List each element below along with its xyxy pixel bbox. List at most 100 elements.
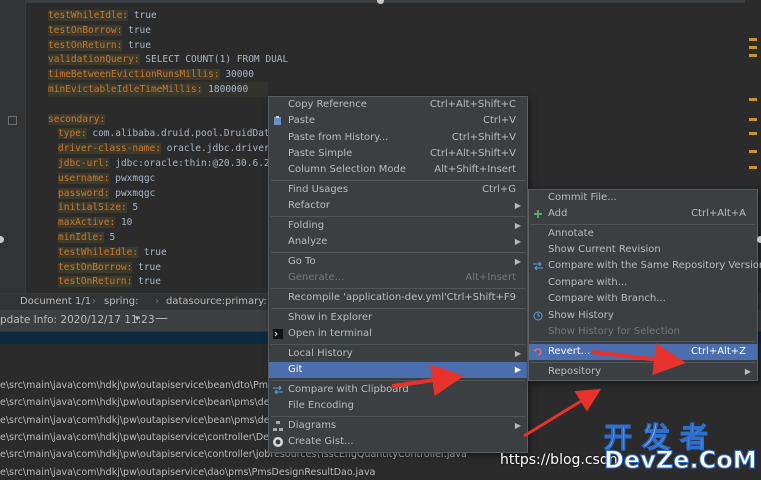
menu-item-label: Revert... — [548, 346, 591, 357]
breadcrumb-item[interactable]: spring: — [104, 296, 139, 307]
menu-item-show-history-for-selection[interactable]: Show History for Selection — [529, 324, 757, 340]
yaml-key: testOnReturn: — [48, 39, 123, 51]
yaml-value: true — [138, 276, 161, 288]
menu-item-compare-with-clipboard[interactable]: Compare with Clipboard — [269, 382, 527, 398]
stripe-mark[interactable] — [749, 38, 757, 41]
yaml-key: testOnBorrow: — [48, 24, 123, 36]
menu-separator — [271, 380, 525, 381]
yaml-key: validationQuery: — [48, 54, 140, 66]
resize-handle[interactable] — [757, 236, 761, 243]
code-line: testOnBorrow: true — [48, 23, 268, 38]
code-line: username: pwxmqgc — [58, 171, 278, 186]
menu-item-paste[interactable]: Paste Ctrl+V — [269, 113, 527, 129]
watermark-url: https://blog.csdn — [500, 452, 618, 468]
watermark-logo-en: DevZe.CoM — [604, 446, 758, 475]
stripe-mark[interactable] — [749, 98, 757, 101]
paste-icon — [273, 116, 283, 126]
menu-item-file-encoding[interactable]: File Encoding — [269, 398, 527, 414]
menu-item-label: Show History for Selection — [548, 326, 680, 337]
menu-item-folding[interactable]: Folding ▶ — [269, 218, 527, 234]
code-line: jdbc-url: jdbc:oracle:thin:@20.30.6.225:… — [58, 156, 293, 171]
yaml-value: pwxmqgc — [115, 172, 156, 184]
menu-item-add[interactable]: Add Ctrl+Alt+A — [529, 206, 757, 222]
menu-item-label: Refactor — [288, 200, 330, 211]
menu-item-label: Compare with Clipboard — [288, 384, 409, 395]
menu-item-annotate[interactable]: Annotate — [529, 226, 757, 242]
stripe-mark[interactable] — [749, 150, 757, 153]
yaml-key: secondary: — [48, 113, 106, 125]
menu-item-generate[interactable]: Generate... Alt+Insert — [269, 270, 527, 286]
yaml-key: minEvictableIdleTimeMillis: — [48, 84, 203, 95]
menu-item-label: Compare with the Same Repository Version — [548, 260, 761, 271]
menu-item-compare-with[interactable]: Compare with... — [529, 275, 757, 291]
changed-file-row[interactable]: e\src\main\java\com\hdkj\pw\outapiservic… — [0, 464, 375, 480]
stripe-mark[interactable] — [749, 166, 757, 169]
diagram-icon — [273, 421, 283, 431]
changed-file-row[interactable]: e\src\main\java\com\hdkj\pw\outapiservic… — [0, 412, 275, 429]
menu-item-compare-with-the-same-repository-version[interactable]: Compare with the Same Repository Version — [529, 258, 761, 274]
menu-item-analyze[interactable]: Analyze ▶ — [269, 234, 527, 250]
menu-item-git[interactable]: Git ▶ — [269, 362, 527, 378]
changed-file-row[interactable]: e\src\main\java\com\hdkj\pw\outapiservic… — [0, 377, 273, 394]
menu-separator — [271, 308, 525, 309]
menu-item-show-history[interactable]: Show History — [529, 308, 757, 324]
menu-item-find-usages[interactable]: Find Usages Ctrl+G — [269, 182, 527, 198]
menu-item-open-in-terminal[interactable]: Open in terminal — [269, 326, 527, 342]
menu-separator — [271, 180, 525, 181]
revert-icon — [533, 347, 543, 357]
menu-item-paste-from-history[interactable]: Paste from History... Ctrl+Shift+V — [269, 130, 527, 146]
yaml-key: minIdle: — [58, 232, 104, 243]
menu-item-diagrams[interactable]: Diagrams ▶ — [269, 418, 527, 434]
menu-item-commit-file[interactable]: Commit File... — [529, 190, 757, 206]
stripe-mark[interactable] — [749, 118, 757, 121]
menu-item-label: Repository — [548, 366, 602, 377]
menu-item-show-current-revision[interactable]: Show Current Revision — [529, 242, 757, 258]
yaml-value: true — [128, 24, 151, 36]
breadcrumb-separator: › — [92, 296, 96, 307]
compare-icon — [273, 385, 283, 395]
editor-context-menu: Copy Reference Ctrl+Alt+Shift+C Paste Ctrl+… — [268, 96, 528, 453]
code-line: testWhileIdle: true — [48, 8, 268, 23]
yaml-key: timeBetweenEvictionRunsMillis: — [48, 69, 220, 81]
menu-item-go-to[interactable]: Go To ▶ — [269, 254, 527, 270]
stripe-mark[interactable] — [749, 132, 757, 135]
menu-item-create-gist[interactable]: Create Gist... — [269, 434, 527, 450]
yaml-value: 30000 — [225, 69, 254, 81]
yaml-key: initialSize: — [58, 202, 127, 214]
menu-item-column-selection-mode[interactable]: Column Selection Mode Alt+Shift+Insert — [269, 162, 527, 178]
stripe-mark[interactable] — [749, 46, 757, 49]
menu-item-recompile-application-dev-yml[interactable]: Recompile 'application-dev.yml' Ctrl+Shif… — [269, 290, 527, 306]
yaml-key: password: — [58, 187, 110, 199]
update-info-title[interactable]: pdate Info: 2020/12/17 11:23 — [0, 314, 155, 326]
code-line: testOnBorrow: true — [58, 260, 278, 275]
minimize-icon[interactable]: — — [155, 311, 168, 326]
menu-item-revert[interactable]: Revert... Ctrl+Alt+Z — [529, 344, 757, 360]
menu-separator — [271, 416, 525, 417]
menu-item-repository[interactable]: Repository ▶ — [529, 364, 757, 380]
code-line: maxActive: 10 — [58, 215, 278, 230]
chevron-down-icon[interactable]: ▾ — [135, 314, 140, 324]
menu-item-show-in-explorer[interactable]: Show in Explorer — [269, 310, 527, 326]
menu-item-label: Paste from History... — [288, 132, 389, 143]
stripe-mark[interactable] — [749, 54, 757, 57]
menu-item-refactor[interactable]: Refactor ▶ — [269, 198, 527, 214]
menu-separator — [531, 362, 755, 363]
menu-item-label: Show in Explorer — [288, 312, 373, 323]
changed-file-row[interactable]: e\src\main\java\com\hdkj\pw\outapiservic… — [0, 429, 274, 446]
menu-item-label: Compare with... — [548, 277, 628, 288]
menu-item-local-history[interactable]: Local History ▶ — [269, 346, 527, 362]
menu-item-paste-simple[interactable]: Paste Simple Ctrl+Alt+Shift+V — [269, 146, 527, 162]
code-line: testOnReturn: true — [58, 274, 278, 289]
menu-item-copy-reference[interactable]: Copy Reference Ctrl+Alt+Shift+C — [269, 97, 527, 113]
changed-file-row[interactable]: e\src\main\java\com\hdkj\pw\outapiservic… — [0, 394, 275, 411]
submenu-arrow-icon: ▶ — [514, 421, 521, 430]
breadcrumb-item[interactable]: primary: — [225, 296, 267, 307]
menu-item-label: Git — [288, 364, 303, 375]
plus-icon — [533, 209, 543, 219]
yaml-key: testOnBorrow: — [58, 261, 133, 273]
yaml-value: jdbc:oracle:thin:@20.30.6.225:1 — [115, 158, 293, 169]
menu-item-compare-with-branch[interactable]: Compare with Branch... — [529, 291, 757, 307]
submenu-arrow-icon: ▶ — [514, 365, 521, 374]
menu-item-label: Recompile 'application-dev.yml' — [288, 292, 447, 303]
